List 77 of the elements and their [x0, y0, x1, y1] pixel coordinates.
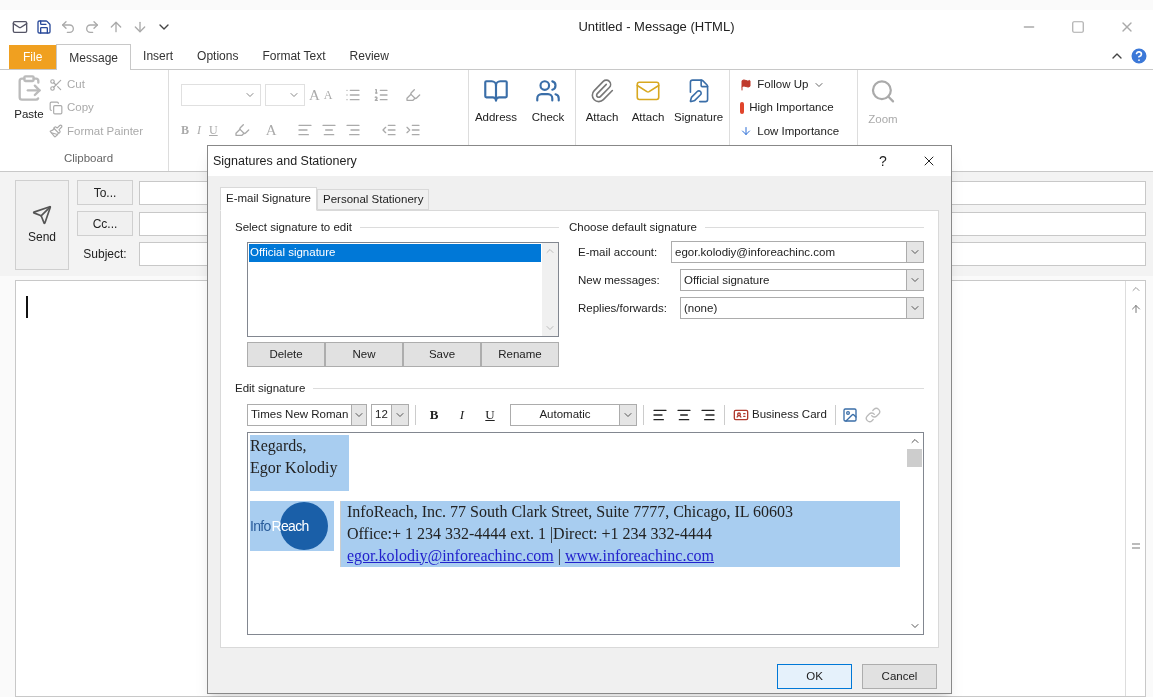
signature-text: Office:+ 1 234 332-4444 ext. 1 |Direct: +1 234 332-4444 [347, 523, 713, 545]
signature-list-item[interactable]: Official signature [249, 244, 541, 262]
color-dropdown[interactable]: Automatic [510, 403, 637, 426]
painter-icon [49, 124, 63, 139]
signature-text: Regards, [250, 435, 308, 457]
style-button[interactable]: I [450, 404, 474, 425]
separator-text: | [557, 545, 561, 567]
tag-button[interactable]: Low Importance [740, 122, 848, 140]
include-button[interactable]: Attach [628, 78, 668, 126]
field-label: Replies/forwards: [578, 300, 668, 316]
names-button[interactable]: Address [473, 78, 519, 126]
text-cursor [26, 296, 28, 318]
dialog-tab[interactable]: Personal Stationery [317, 189, 430, 210]
app-icon[interactable] [12, 19, 28, 35]
include-button[interactable]: Attach [582, 78, 622, 126]
dialog-button[interactable]: New [325, 342, 403, 368]
ribbon-tab[interactable]: Review [337, 43, 401, 69]
dialog-button[interactable]: Rename [481, 342, 559, 368]
style-button[interactable]: B [422, 404, 446, 425]
group-label: Choose default signature [569, 220, 697, 235]
window-title: Untitled - Message (HTML) [577, 18, 736, 37]
group-label: Clipboard [62, 150, 115, 166]
ribbon-tab[interactable]: Insert [131, 43, 186, 69]
group-label: Edit signature [235, 381, 306, 397]
style-button[interactable]: U [478, 404, 502, 425]
down-arrow-icon[interactable] [132, 19, 148, 35]
field-label: Subject: [82, 246, 128, 263]
tag-button[interactable]: Follow Up [740, 76, 848, 94]
signature-dropdown[interactable]: Official signature [680, 269, 924, 292]
tag-button[interactable]: High Importance [740, 99, 848, 117]
signature-dropdown[interactable]: (none) [680, 297, 924, 320]
names-button[interactable]: Check [525, 78, 571, 126]
ribbon-tab[interactable]: Options [185, 43, 251, 69]
signature-text: Egor Kolodiy [250, 457, 339, 479]
size-dropdown[interactable]: 12 [371, 403, 409, 426]
field-label: New messages: [578, 272, 661, 288]
link-icon[interactable] [864, 406, 881, 423]
ribbon-tab[interactable]: Format Text [250, 43, 338, 69]
dialog-title: Signatures and Stationery [213, 152, 358, 170]
email-link[interactable]: egor.kolodiy@inforeachinc.com [347, 544, 554, 567]
include-button[interactable]: Signature [674, 78, 724, 126]
save-icon[interactable] [36, 19, 52, 35]
cancel-button[interactable]: Cancel [862, 664, 937, 689]
help-button[interactable]: ? [873, 150, 893, 172]
website-link[interactable]: www.inforeachinc.com [564, 544, 714, 567]
copy-icon [49, 100, 63, 115]
ok-button[interactable]: OK [777, 664, 852, 689]
dialog-tab[interactable]: E-mail Signature [220, 187, 317, 211]
dialog-button[interactable]: Delete [247, 342, 325, 368]
down-arrow-icon [740, 125, 753, 138]
field-label: E-mail account: [578, 244, 659, 260]
paste-button[interactable]: Paste [9, 74, 49, 150]
signature-dropdown[interactable]: egor.kolodiy@inforeachinc.com [671, 241, 924, 264]
signature-list[interactable]: Official signature [247, 242, 559, 338]
maximize-icon[interactable] [1071, 20, 1085, 34]
dialog-button[interactable]: Save [403, 342, 481, 368]
redo-icon[interactable] [84, 19, 100, 35]
cut-icon [49, 77, 63, 92]
up-arrow-icon[interactable] [1129, 303, 1142, 315]
ribbon-tab[interactable]: Message [56, 44, 132, 70]
scroll-thumb[interactable] [907, 448, 922, 467]
scrollbar[interactable] [542, 243, 558, 337]
help-icon[interactable] [1129, 46, 1149, 66]
send-icon [32, 204, 52, 225]
signature-editor[interactable] [247, 431, 924, 635]
send-button[interactable]: Send [15, 180, 69, 270]
recipient-button[interactable]: To... [77, 180, 133, 205]
flag-icon [740, 78, 753, 91]
exclamation-icon [740, 101, 745, 114]
group-label: Select signature to edit [235, 220, 352, 235]
signature-text: InfoReach, Inc. 77 South Clark Street, Suite 7777, Chicago, IL 60603 [347, 501, 794, 523]
recipient-button[interactable]: Cc... [77, 211, 133, 236]
picture-icon[interactable] [841, 406, 858, 423]
business-card-button[interactable]: Business Card [731, 405, 829, 424]
undo-icon[interactable] [60, 19, 76, 35]
grip-icon [1131, 543, 1140, 549]
font-dropdown[interactable]: Times New Roman [247, 403, 367, 426]
